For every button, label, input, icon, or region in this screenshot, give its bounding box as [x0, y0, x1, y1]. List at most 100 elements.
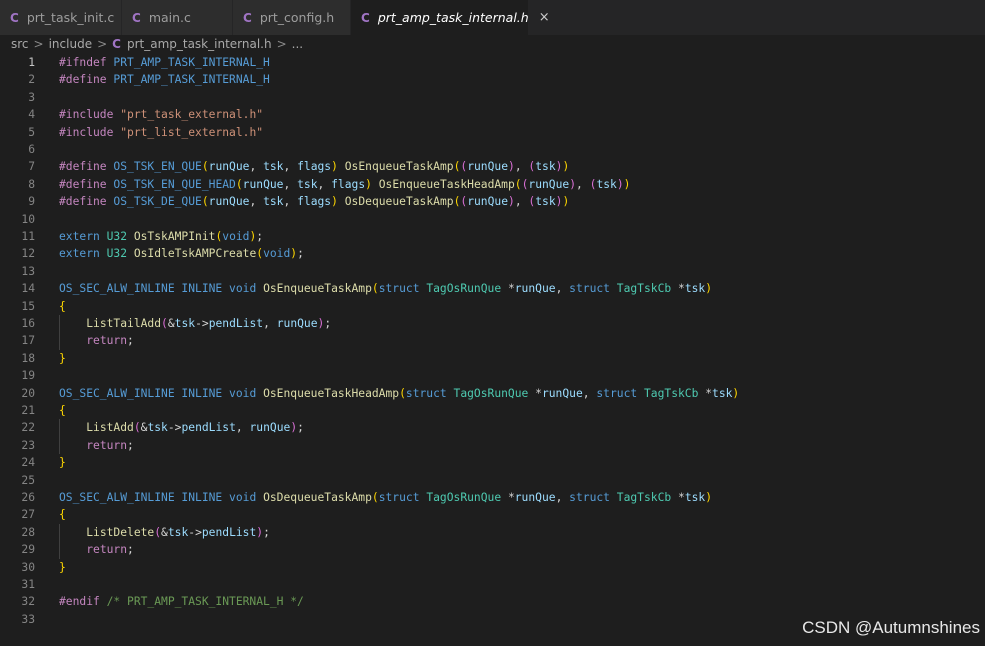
code-line[interactable]: 20 OS_SEC_ALW_INLINE INLINE void OsEnqueu… — [0, 385, 985, 402]
code-text: return; — [59, 332, 134, 349]
code-line[interactable]: 18} — [0, 350, 985, 367]
code-text: { — [59, 506, 66, 523]
code-token: #include — [59, 108, 121, 122]
breadcrumb-item[interactable]: include — [49, 37, 92, 51]
tab-3[interactable]: Cprt_amp_task_internal.h × — [351, 0, 550, 35]
code-line[interactable]: 29 return; — [0, 541, 985, 558]
tab-0[interactable]: Cprt_task_init.c — [0, 0, 122, 35]
code-token: , — [235, 421, 250, 435]
breadcrumb-item[interactable]: src — [11, 37, 29, 51]
code-token: ; — [256, 230, 264, 243]
tab-label: prt_amp_task_internal.h — [377, 10, 529, 25]
code-token: PRT_AMP_TASK_INTERNAL_H — [113, 73, 270, 87]
code-token: runQue — [208, 160, 250, 174]
line-number: 18 — [21, 351, 35, 365]
code-line[interactable]: 12 extern U32 OsIdleTskAMPCreate(void); — [0, 245, 985, 262]
code-token: tsk — [684, 282, 706, 296]
code-line[interactable]: 9 #define OS_TSK_DE_QUE(runQue, tsk, flag… — [0, 193, 985, 210]
code-line[interactable]: 30} — [0, 559, 985, 576]
code-line[interactable]: 11 extern U32 OsTskAMPInit(void); — [0, 228, 985, 245]
code-token: struct — [569, 282, 617, 296]
line-number: 15 — [21, 299, 35, 313]
code-line[interactable]: 10 — [0, 211, 985, 228]
line-number: 20 — [21, 386, 35, 400]
code-line[interactable]: 25 — [0, 472, 985, 489]
code-text: OS_SEC_ALW_INLINE INLINE void OsEnqueueT… — [59, 385, 739, 402]
code-token: OS_TSK_EN_QUE_HEAD — [113, 177, 236, 191]
code-token: ) — [732, 386, 740, 400]
code-token: { — [59, 404, 66, 417]
code-token: , — [263, 317, 277, 330]
code-token: runQue — [208, 195, 250, 209]
code-line[interactable]: 24} — [0, 454, 985, 471]
code-line[interactable]: 8 #define OS_TSK_EN_QUE_HEAD(runQue, tsk,… — [0, 176, 985, 193]
code-line[interactable]: 2 #define PRT_AMP_TASK_INTERNAL_H — [0, 71, 985, 88]
code-token: #include — [59, 125, 121, 139]
code-line[interactable]: 4 #include "prt_task_external.h" — [0, 106, 985, 123]
code-token: tsk — [297, 177, 318, 191]
code-line[interactable]: 27 { — [0, 506, 985, 523]
code-token: ) — [705, 491, 713, 504]
code-token: tsk — [535, 195, 556, 209]
line-number: 26 — [21, 491, 35, 504]
code-token: OS_TSK_EN_QUE — [113, 160, 202, 174]
code-token: tsk — [263, 195, 284, 209]
code-line[interactable]: 15 { — [0, 298, 985, 315]
code-line[interactable]: 1 #ifndef PRT_AMP_TASK_INTERNAL_H — [0, 54, 985, 71]
code-token: void — [263, 247, 291, 261]
line-number: 7 — [28, 160, 35, 174]
code-token: ) — [562, 160, 570, 174]
breadcrumb-item[interactable]: prt_amp_task_internal.h — [127, 37, 272, 51]
code-line[interactable]: 28 ListDelete(&tsk->pendList); — [0, 524, 985, 541]
code-token: pendList — [201, 525, 257, 539]
code-line[interactable]: 21 { — [0, 402, 985, 419]
code-token: ) — [623, 177, 631, 191]
watermark: CSDN @Autumnshines — [802, 618, 980, 637]
code-token: , — [514, 160, 529, 174]
line-number: 32 — [21, 595, 35, 609]
code-text: } — [59, 454, 66, 471]
code-line[interactable]: 3 — [0, 89, 985, 106]
code-line[interactable]: 6 — [0, 141, 985, 158]
code-token: ) — [705, 282, 713, 296]
tab-label: prt_config.h — [259, 10, 335, 25]
code-token: #endif — [59, 595, 107, 609]
breadcrumb-item[interactable]: ... — [292, 37, 303, 51]
code-token: OsEnqueueTaskAmp — [263, 282, 372, 296]
code-line[interactable]: 14 OS_SEC_ALW_INLINE INLINE void OsEnqueu… — [0, 280, 985, 297]
code-line[interactable]: 5 #include "prt_list_external.h" — [0, 124, 985, 141]
code-line[interactable]: 22 ListAdd(&tsk->pendList, runQue); — [0, 419, 985, 436]
line-number: 12 — [21, 247, 35, 261]
code-line[interactable]: 7 #define OS_TSK_EN_QUE(runQue, tsk, flag… — [0, 158, 985, 175]
code-line[interactable]: 13 — [0, 263, 985, 280]
code-token: flags — [297, 160, 332, 174]
line-number: 33 — [21, 612, 35, 626]
code-editor[interactable]: 1 #ifndef PRT_AMP_TASK_INTERNAL_H 2 #define… — [0, 53, 985, 646]
code-token: tsk — [712, 386, 733, 400]
code-token: } — [59, 351, 66, 365]
code-token: } — [59, 456, 66, 470]
code-token: runQue — [528, 177, 570, 191]
code-text: #define OS_TSK_EN_QUE(runQue, tsk, flags… — [59, 158, 569, 175]
code-line[interactable]: 31 — [0, 576, 985, 593]
tab-2[interactable]: Cprt_config.h — [233, 0, 351, 35]
code-line[interactable]: 26 OS_SEC_ALW_INLINE INLINE void OsDequeu… — [0, 489, 985, 506]
code-line[interactable]: 17 return; — [0, 332, 985, 349]
code-line[interactable]: 19 — [0, 367, 985, 384]
code-token: { — [59, 299, 66, 313]
code-token: ; — [297, 421, 304, 435]
code-line[interactable]: 16 ListTailAdd(&tsk->pendList, runQue); — [0, 315, 985, 332]
line-number: 13 — [21, 264, 35, 278]
c-file-icon: C — [361, 10, 370, 25]
tab-1[interactable]: Cmain.c — [122, 0, 233, 35]
code-line[interactable]: 32 #endif /* PRT_AMP_TASK_INTERNAL_H */ — [0, 593, 985, 610]
code-token: tsk — [147, 421, 168, 435]
code-token: , — [576, 177, 590, 191]
code-token: ( — [201, 195, 209, 209]
code-text: #define OS_TSK_DE_QUE(runQue, tsk, flags… — [59, 193, 569, 210]
code-token: "prt_list_external.h" — [120, 125, 264, 139]
code-line[interactable]: 23 return; — [0, 437, 985, 454]
close-icon[interactable]: × — [539, 10, 550, 25]
